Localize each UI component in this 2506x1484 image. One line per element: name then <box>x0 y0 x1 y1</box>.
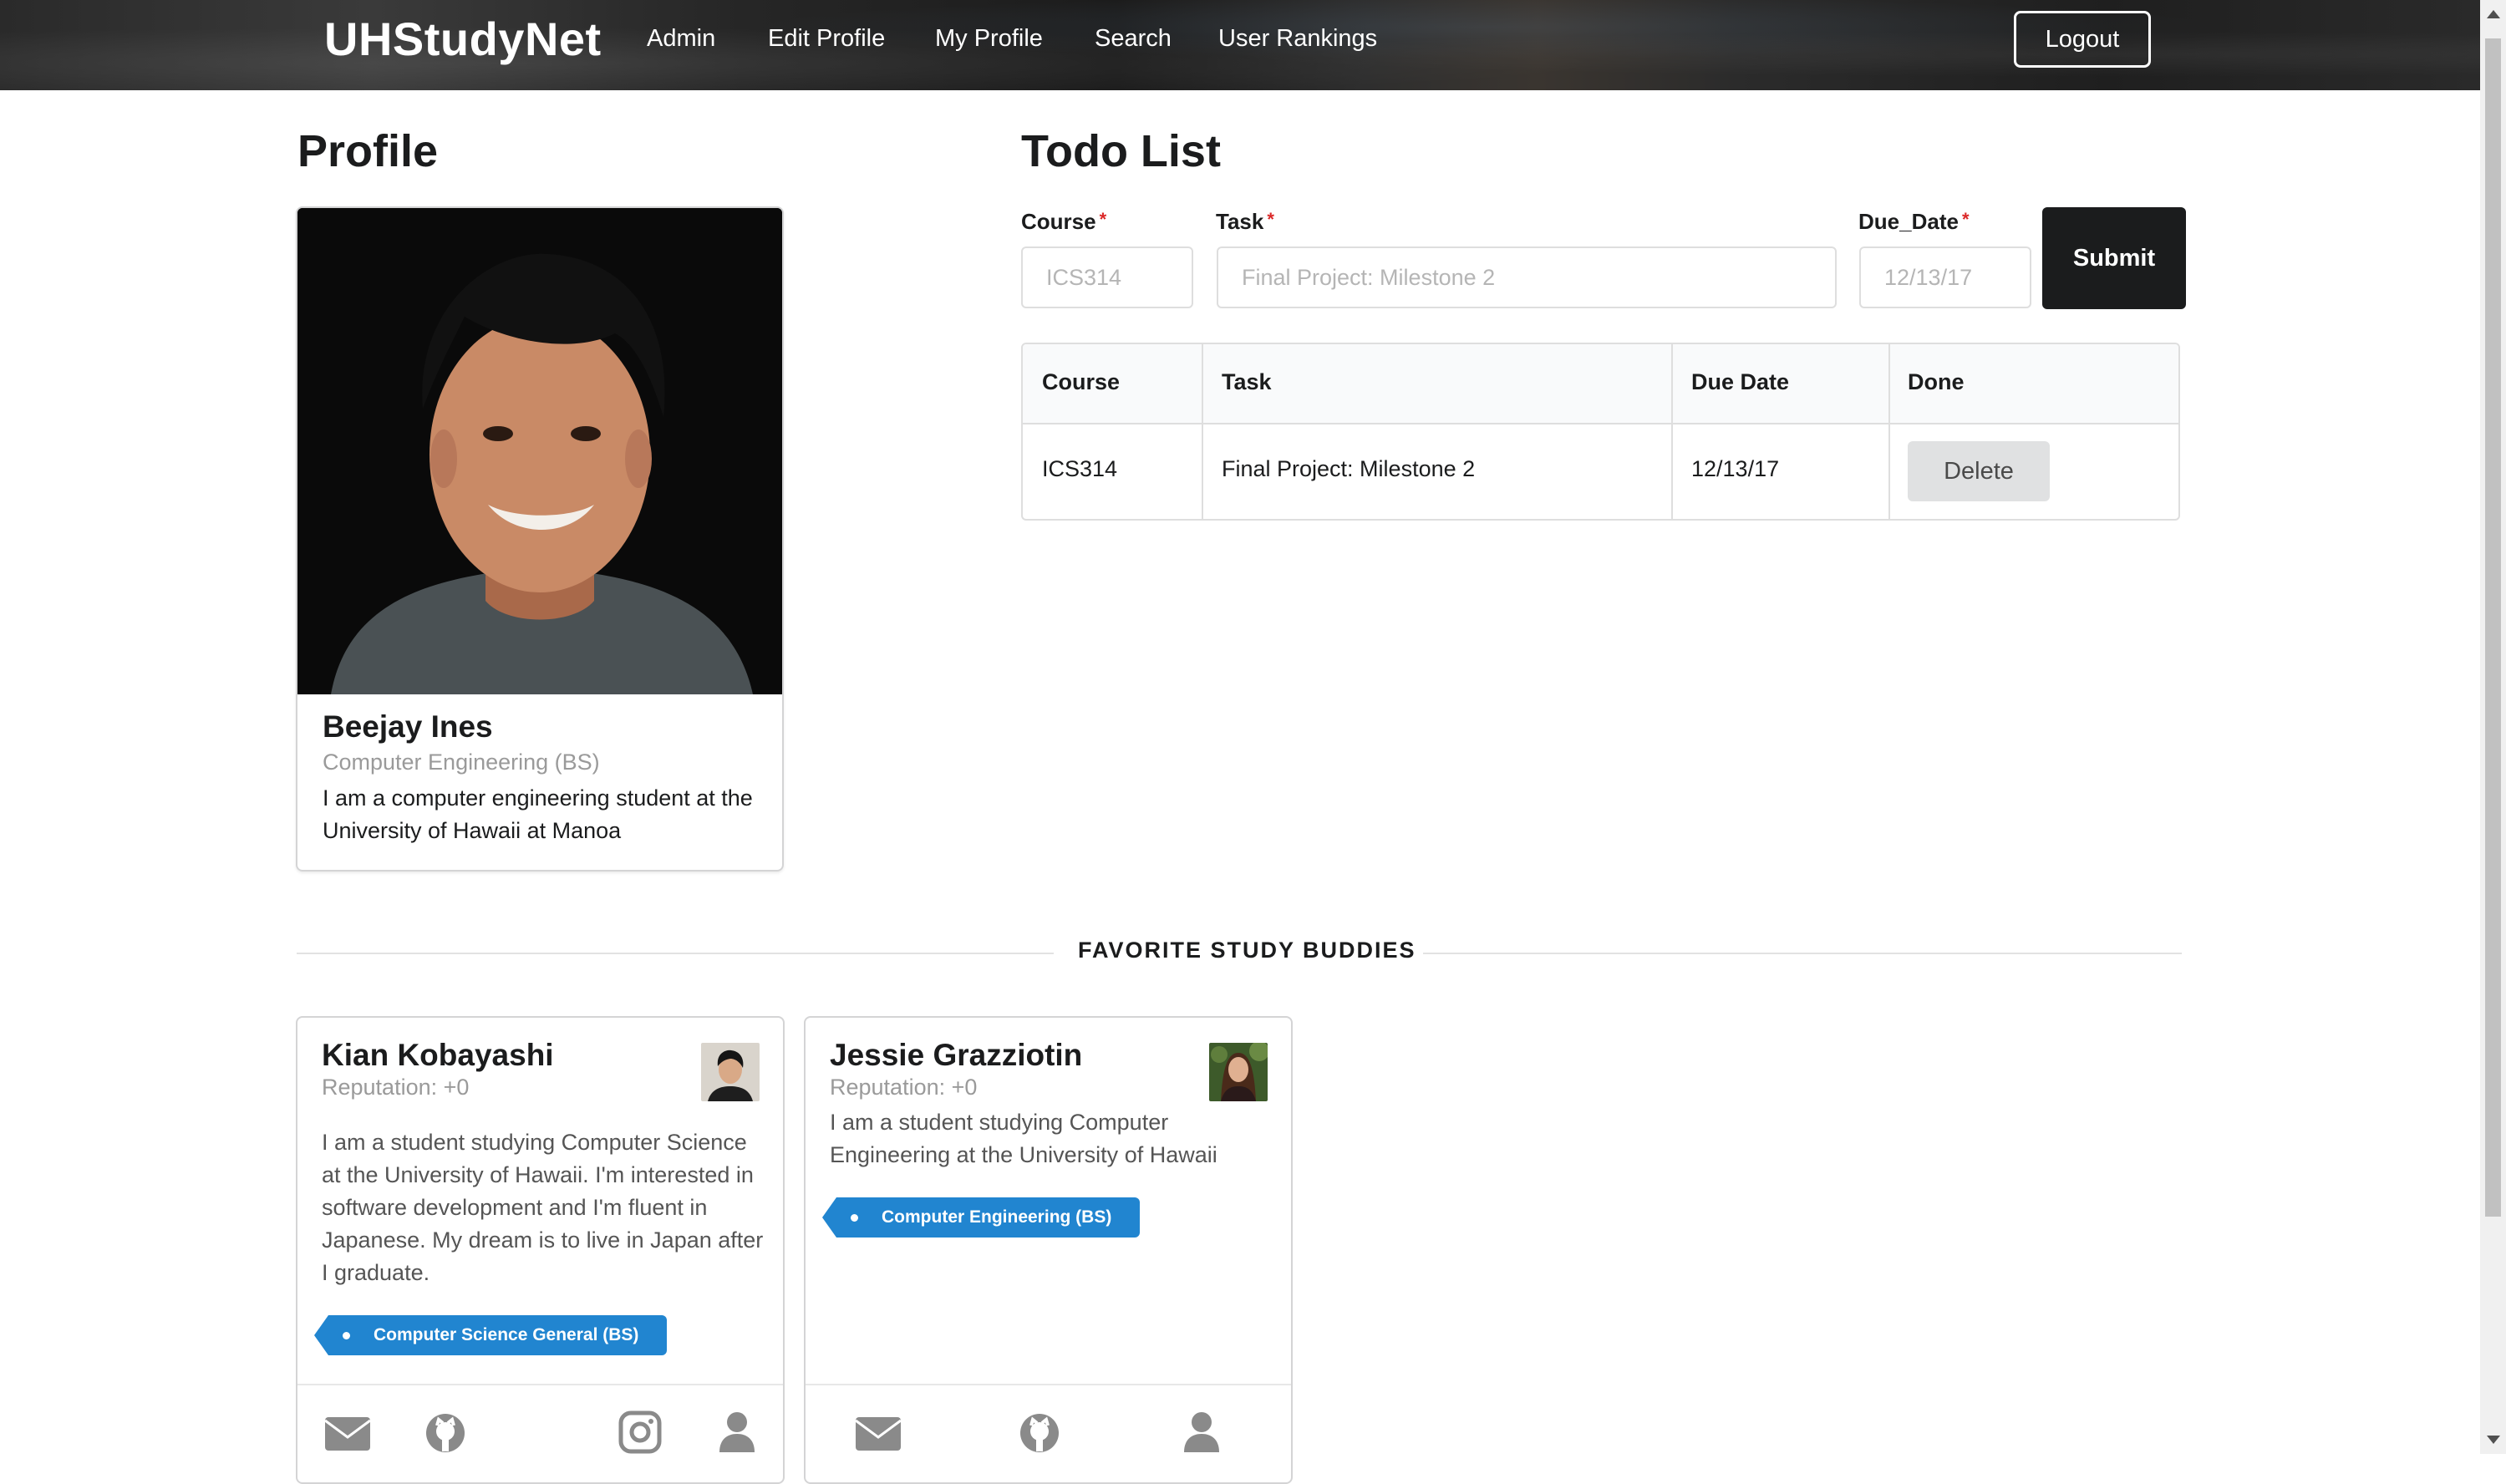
buddy-avatar <box>701 1043 760 1101</box>
column-divider <box>1888 344 1890 519</box>
buddy-description: I am a student studying Computer Science… <box>322 1130 764 1285</box>
header-due-date: Due Date <box>1691 369 1790 394</box>
user-icon[interactable] <box>1177 1410 1226 1454</box>
favorite-buddies-heading: FAVORITE STUDY BUDDIES <box>1078 938 1416 963</box>
profile-photo-image <box>297 208 782 694</box>
buddy-card[interactable]: Kian Kobayashi Reputation: +0 I am a stu… <box>296 1016 785 1484</box>
profile-heading: Profile <box>297 126 439 176</box>
due-date-label: Due_Date * <box>1858 209 1970 234</box>
github-icon[interactable] <box>421 1410 470 1454</box>
logout-button[interactable]: Logout <box>2014 11 2151 68</box>
buddy-reputation: Reputation: +0 <box>322 1075 470 1100</box>
header-task: Task <box>1222 369 1272 394</box>
profile-description: I am a computer engineering student at t… <box>323 785 753 843</box>
brand-logo[interactable]: UHStudyNet <box>324 12 602 66</box>
instagram-icon[interactable] <box>616 1410 664 1454</box>
cell-task: Final Project: Milestone 2 <box>1222 456 1476 481</box>
major-tag[interactable]: Computer Engineering (BS) <box>821 1197 1141 1238</box>
page-scrollbar[interactable] <box>2480 0 2506 1454</box>
required-mark: * <box>1099 209 1107 230</box>
top-navbar: UHStudyNet Admin Edit Profile My Profile… <box>0 0 2480 90</box>
nav-item-user-rankings[interactable]: User Rankings <box>1218 25 1377 53</box>
due-date-input[interactable]: 12/13/17 <box>1859 246 2031 308</box>
scroll-down-icon[interactable] <box>2487 1436 2500 1444</box>
delete-button[interactable]: Delete <box>1908 441 2050 501</box>
table-header-row <box>1023 344 2178 424</box>
buddy-name[interactable]: Kian Kobayashi <box>322 1038 554 1073</box>
column-divider <box>1202 344 1203 519</box>
header-done: Done <box>1908 369 1965 394</box>
required-mark: * <box>1961 209 1970 230</box>
mail-icon[interactable] <box>854 1410 902 1454</box>
header-course: Course <box>1042 369 1121 394</box>
cell-course: ICS314 <box>1042 456 1118 481</box>
nav-item-admin[interactable]: Admin <box>647 25 715 53</box>
card-footer-divider <box>297 1384 783 1385</box>
course-label: Course * <box>1021 209 1107 234</box>
todo-table: Course Task Due Date Done ICS314 Final P… <box>1021 343 2180 521</box>
task-input[interactable]: Final Project: Milestone 2 <box>1217 246 1837 308</box>
submit-button[interactable]: Submit <box>2042 207 2186 309</box>
nav-item-my-profile[interactable]: My Profile <box>935 25 1043 53</box>
mail-icon[interactable] <box>323 1410 372 1454</box>
nav-item-search[interactable]: Search <box>1095 25 1172 53</box>
cell-due-date: 12/13/17 <box>1691 456 1780 481</box>
github-icon[interactable] <box>1015 1410 1064 1454</box>
buddy-name[interactable]: Jessie Grazziotin <box>830 1038 1082 1073</box>
card-footer-divider <box>806 1384 1291 1385</box>
scroll-thumb[interactable] <box>2485 38 2501 1217</box>
buddy-avatar <box>1209 1043 1268 1101</box>
profile-info: Beejay Ines Computer Engineering (BS) I … <box>323 709 765 847</box>
profile-photo <box>297 208 782 694</box>
divider-line-right <box>1423 953 2182 954</box>
todo-heading: Todo List <box>1021 126 1221 176</box>
major-tag[interactable]: Computer Science General (BS) <box>313 1315 668 1355</box>
task-label: Task * <box>1216 209 1274 234</box>
buddy-reputation: Reputation: +0 <box>830 1075 978 1100</box>
column-divider <box>1671 344 1673 519</box>
nav-item-edit-profile[interactable]: Edit Profile <box>768 25 885 53</box>
profile-major: Computer Engineering (BS) <box>323 750 600 775</box>
buddy-card[interactable]: Jessie Grazziotin Reputation: +0 I am a … <box>804 1016 1293 1484</box>
profile-card: Beejay Ines Computer Engineering (BS) I … <box>296 206 784 872</box>
required-mark: * <box>1267 209 1274 230</box>
user-icon[interactable] <box>713 1410 761 1454</box>
profile-name: Beejay Ines <box>323 709 493 744</box>
scroll-up-icon[interactable] <box>2487 10 2500 18</box>
course-input[interactable]: ICS314 <box>1021 246 1193 308</box>
divider-line-left <box>297 953 1054 954</box>
buddy-description: I am a student studying Computer Enginee… <box>830 1110 1217 1167</box>
